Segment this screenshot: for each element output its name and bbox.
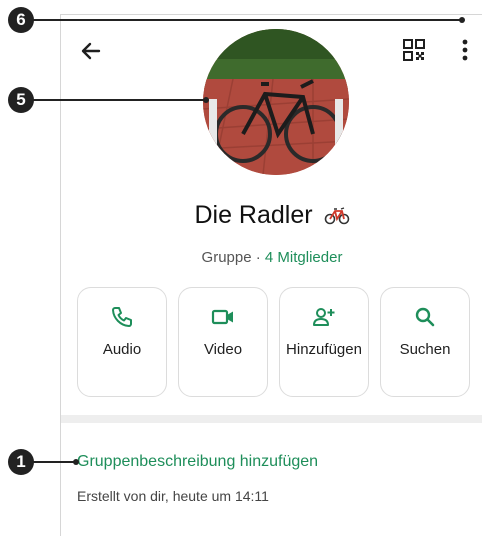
callout-line-6 [33, 19, 461, 21]
group-type: Gruppe · [201, 249, 265, 266]
callout-line-5 [33, 99, 205, 101]
search-label: Suchen [399, 341, 451, 358]
search-icon [415, 307, 435, 327]
audio-call-button[interactable]: Audio [77, 287, 167, 397]
add-person-icon [313, 308, 335, 326]
group-subtitle: Gruppe · 4 Mitglieder [61, 249, 482, 266]
qr-code-icon [403, 39, 425, 61]
add-group-description-link[interactable]: Gruppenbeschreibung hinzufügen [77, 453, 318, 471]
group-avatar[interactable] [203, 29, 349, 175]
video-camera-icon [211, 309, 233, 325]
group-name: Die Radler [194, 201, 313, 229]
group-name-row: Die Radler [61, 201, 482, 232]
callout-dot-1 [73, 459, 79, 465]
back-button[interactable] [77, 37, 105, 65]
more-options-button[interactable] [457, 35, 473, 65]
callout-badge-5: 5 [8, 87, 34, 113]
callout-line-1 [33, 461, 75, 463]
callout-dot-6 [459, 17, 465, 23]
bicycle-icon [324, 203, 350, 232]
created-info: Erstellt von dir, heute um 14:11 [77, 488, 269, 504]
add-member-button[interactable]: Hinzufügen [279, 287, 369, 397]
video-call-button[interactable]: Video [178, 287, 268, 397]
more-vertical-icon [462, 39, 468, 61]
callout-dot-5 [203, 97, 209, 103]
bicycles-photo [203, 29, 349, 175]
audio-label: Audio [102, 341, 142, 358]
callout-badge-6: 6 [8, 7, 34, 33]
video-label: Video [203, 341, 243, 358]
callout-badge-1: 1 [8, 449, 34, 475]
arrow-left-icon [81, 42, 101, 60]
search-button[interactable]: Suchen [380, 287, 470, 397]
add-member-label: Hinzufügen [286, 341, 362, 358]
members-link[interactable]: 4 Mitglieder [265, 249, 343, 266]
qr-code-button[interactable] [401, 37, 427, 63]
phone-icon [112, 307, 132, 327]
group-info-screen: Die Radler Gruppe · 4 Mitglieder Audio V… [60, 14, 482, 536]
section-divider [61, 415, 482, 423]
